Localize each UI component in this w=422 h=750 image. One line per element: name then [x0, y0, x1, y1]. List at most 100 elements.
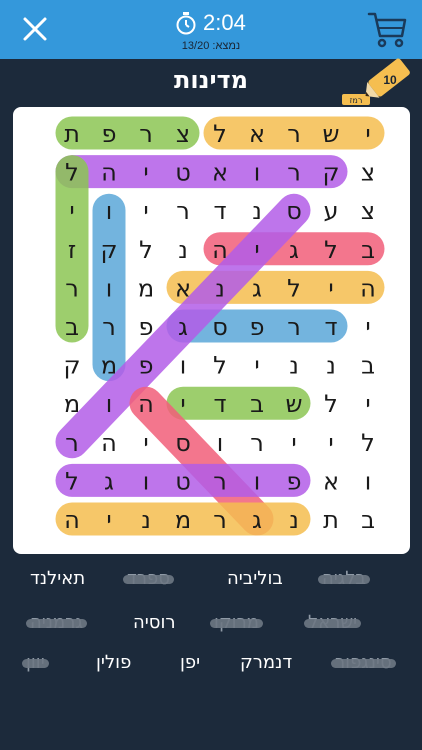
letter-grid[interactable]: ישראלצרפתצקרואטיהלצעסנדריויבלגיהנלקזהילג…: [13, 107, 410, 554]
grid-letter[interactable]: ר: [213, 467, 227, 495]
grid-letter[interactable]: ל: [361, 429, 375, 457]
grid-letter[interactable]: ט: [175, 467, 191, 495]
grid-letter[interactable]: ו: [254, 159, 261, 187]
grid-letter[interactable]: י: [254, 236, 259, 264]
grid-letter[interactable]: ב: [361, 352, 375, 380]
grid-letter[interactable]: ל: [287, 274, 301, 302]
grid-letter[interactable]: ק: [322, 159, 339, 187]
grid-letter[interactable]: ו: [365, 467, 372, 495]
grid-letter[interactable]: ה: [101, 159, 117, 187]
puzzle-board[interactable]: ישראלצרפתצקרואטיהלצעסנדריויבלגיהנלקזהילג…: [13, 107, 410, 554]
grid-letter[interactable]: ר: [287, 159, 301, 187]
grid-letter[interactable]: ר: [287, 120, 301, 148]
grid-letter[interactable]: א: [212, 159, 228, 187]
grid-letter[interactable]: ע: [323, 197, 338, 225]
grid-letter[interactable]: ב: [361, 506, 375, 534]
grid-letter[interactable]: י: [254, 352, 259, 380]
grid-letter[interactable]: נ: [289, 506, 299, 534]
cart-button[interactable]: [366, 8, 408, 50]
grid-letter[interactable]: ב: [250, 390, 264, 418]
grid-letter[interactable]: ש: [285, 390, 302, 418]
grid-letter[interactable]: ג: [252, 274, 262, 302]
grid-letter[interactable]: א: [249, 120, 265, 148]
grid-letter[interactable]: י: [143, 197, 148, 225]
grid-letter[interactable]: ד: [324, 313, 337, 341]
hint-button[interactable]: 10 רמז: [336, 58, 416, 108]
grid-letter[interactable]: ר: [102, 313, 116, 341]
grid-letter[interactable]: ס: [286, 197, 302, 225]
grid-letter[interactable]: ז: [68, 236, 76, 264]
grid-letter[interactable]: ג: [178, 313, 188, 341]
grid-letter[interactable]: ה: [101, 429, 117, 457]
grid-letter[interactable]: י: [365, 120, 370, 148]
grid-letter[interactable]: פ: [287, 467, 302, 495]
grid-letter[interactable]: ה: [360, 274, 376, 302]
grid-letter[interactable]: נ: [215, 274, 225, 302]
grid-letter[interactable]: י: [143, 159, 148, 187]
grid-letter[interactable]: י: [106, 506, 111, 534]
grid-letter[interactable]: ו: [106, 197, 113, 225]
grid-letter[interactable]: צ: [361, 197, 375, 225]
grid-letter[interactable]: ו: [217, 429, 224, 457]
grid-letter[interactable]: ל: [65, 467, 79, 495]
grid-letter[interactable]: ל: [139, 236, 153, 264]
grid-letter[interactable]: פ: [139, 352, 154, 380]
grid-letter[interactable]: ו: [106, 274, 113, 302]
grid-letter[interactable]: ג: [252, 506, 262, 534]
grid-letter[interactable]: ד: [213, 197, 226, 225]
grid-letter[interactable]: מ: [138, 274, 154, 302]
grid-letter[interactable]: מ: [64, 390, 80, 418]
grid-letter[interactable]: פ: [139, 313, 154, 341]
grid-letter[interactable]: ק: [63, 352, 80, 380]
grid-letter[interactable]: ג: [289, 236, 299, 264]
grid-letter[interactable]: ס: [175, 429, 191, 457]
grid-letter[interactable]: ד: [213, 390, 226, 418]
grid-letter[interactable]: י: [365, 390, 370, 418]
grid-letter[interactable]: א: [175, 274, 191, 302]
grid-letter[interactable]: נ: [252, 197, 262, 225]
grid-letter[interactable]: י: [291, 429, 296, 457]
grid-letter[interactable]: ה: [138, 390, 154, 418]
grid-letter[interactable]: י: [180, 390, 185, 418]
grid-letter[interactable]: ל: [213, 120, 227, 148]
grid-letter[interactable]: י: [328, 429, 333, 457]
grid-letter[interactable]: ב: [65, 313, 79, 341]
grid-letter[interactable]: ס: [212, 313, 228, 341]
grid-letter[interactable]: ל: [213, 352, 227, 380]
grid-letter[interactable]: ל: [324, 236, 338, 264]
grid-letter[interactable]: צ: [361, 159, 375, 187]
grid-letter[interactable]: י: [328, 274, 333, 302]
grid-letter[interactable]: ו: [143, 467, 150, 495]
grid-letter[interactable]: ו: [106, 390, 113, 418]
grid-letter[interactable]: ר: [65, 429, 79, 457]
grid-letter[interactable]: ר: [139, 120, 153, 148]
grid-letter[interactable]: מ: [101, 352, 117, 380]
grid-letter[interactable]: ר: [287, 313, 301, 341]
grid-letter[interactable]: ו: [254, 467, 261, 495]
grid-letter[interactable]: נ: [141, 506, 151, 534]
grid-letter[interactable]: ש: [322, 120, 339, 148]
grid-letter[interactable]: ת: [323, 506, 339, 534]
grid-letter[interactable]: ה: [212, 236, 228, 264]
grid-letter[interactable]: י: [69, 197, 74, 225]
grid-letter[interactable]: ר: [176, 197, 190, 225]
grid-letter[interactable]: ק: [100, 236, 117, 264]
grid-letter[interactable]: ה: [64, 506, 80, 534]
grid-letter[interactable]: צ: [176, 120, 190, 148]
grid-letter[interactable]: ב: [361, 236, 375, 264]
grid-letter[interactable]: ל: [324, 390, 338, 418]
grid-letter[interactable]: י: [143, 429, 148, 457]
grid-letter[interactable]: נ: [326, 352, 336, 380]
grid-letter[interactable]: נ: [178, 236, 188, 264]
grid-letter[interactable]: ג: [104, 467, 114, 495]
grid-letter[interactable]: פ: [250, 313, 265, 341]
grid-letter[interactable]: ל: [65, 159, 79, 187]
grid-letter[interactable]: ר: [213, 506, 227, 534]
grid-letter[interactable]: ר: [250, 429, 264, 457]
grid-letter[interactable]: ר: [65, 274, 79, 302]
grid-letter[interactable]: מ: [175, 506, 191, 534]
grid-letter[interactable]: ת: [64, 120, 80, 148]
grid-letter[interactable]: א: [323, 467, 339, 495]
grid-letter[interactable]: פ: [102, 120, 117, 148]
grid-letter[interactable]: נ: [289, 352, 299, 380]
